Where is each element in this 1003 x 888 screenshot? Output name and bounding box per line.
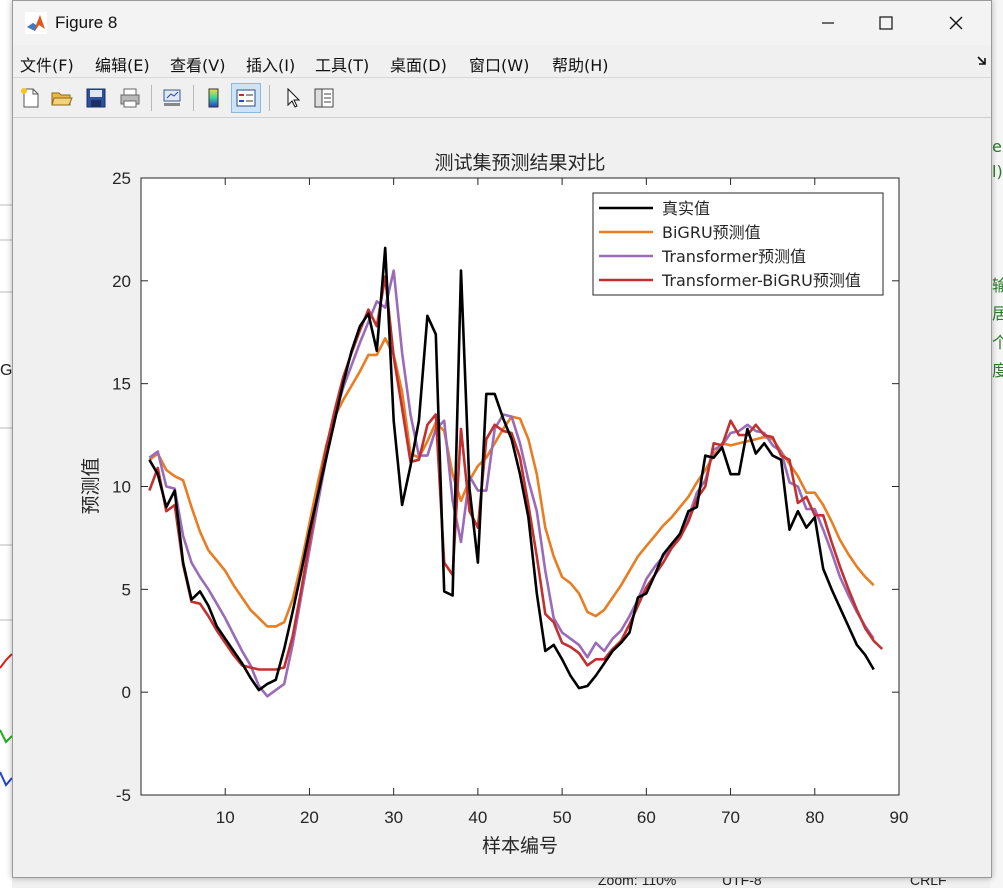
property-inspector-button[interactable] [309, 83, 339, 113]
y-tick-label: 20 [112, 272, 131, 291]
new-figure-button[interactable] [15, 83, 45, 113]
maximize-button[interactable] [857, 1, 915, 45]
legend-entry-label: Transformer-BiGRU预测值 [661, 271, 861, 290]
legend-entry-label: Transformer预测值 [661, 247, 806, 266]
legend[interactable]: 真实值 BiGRU预测值 Transformer预测值 Transformer-BiG… [592, 192, 884, 296]
y-tick-label: 5 [122, 580, 131, 599]
legend-button[interactable] [231, 83, 261, 113]
background-right-char: 输 [992, 276, 1003, 295]
background-right-char: l) [992, 162, 1003, 181]
toolbar-separator [269, 85, 270, 111]
menu-tools[interactable]: 工具(T) [315, 52, 369, 76]
x-tick-label: 50 [553, 808, 572, 827]
colorbar-icon [208, 88, 219, 108]
close-icon [949, 16, 963, 30]
menu-desktop[interactable]: 桌面(D) [390, 52, 447, 76]
title-bar[interactable]: Figure 8 [13, 1, 991, 45]
y-tick-label: 0 [122, 683, 131, 702]
chart-title: 测试集预测结果对比 [434, 152, 605, 174]
x-tick-label: 40 [468, 808, 487, 827]
menu-bar: 文件(F) 编辑(E) 查看(V) 插入(I) 工具(T) 桌面(D) 窗口(W… [13, 47, 991, 78]
minimize-icon [822, 22, 834, 24]
x-tick-label: 60 [637, 808, 656, 827]
legend-icon [236, 89, 256, 107]
x-tick-label: 10 [216, 808, 235, 827]
background-right-char: 居 [992, 304, 1003, 323]
y-tick-label: 25 [112, 169, 131, 188]
print-button[interactable] [115, 83, 145, 113]
menu-help[interactable]: 帮助(H) [552, 52, 609, 76]
y-tick-label: 10 [112, 478, 131, 497]
x-tick-label: 80 [805, 808, 824, 827]
x-tick-label: 20 [300, 808, 319, 827]
window-title: Figure 8 [55, 13, 118, 32]
y-axis-label: 预测值 [80, 457, 102, 514]
menu-edit[interactable]: 编辑(E) [95, 52, 150, 76]
save-icon [86, 88, 106, 108]
background-window-left: G [0, 0, 12, 888]
x-tick-label: 90 [890, 808, 909, 827]
open-file-icon [51, 92, 73, 106]
toolbar-separator [193, 85, 194, 111]
background-right-char: 个 [992, 333, 1003, 352]
save-button[interactable] [81, 83, 111, 113]
minimize-button[interactable] [799, 1, 857, 45]
menu-file[interactable]: 文件(F) [20, 52, 74, 76]
pointer-icon [287, 87, 301, 108]
print-icon [120, 88, 140, 108]
menu-view[interactable]: 查看(V) [170, 52, 225, 76]
link-plot-icon [163, 89, 181, 106]
figure-canvas[interactable]: 测试集预测结果对比 样本编号 预测值 10 20 30 40 50 60 70 80 90 -5 0… [13, 119, 991, 875]
background-right-char: 度 [992, 361, 1003, 380]
y-tick-label: 15 [112, 375, 131, 394]
x-axis-label: 样本编号 [482, 835, 558, 857]
close-button[interactable] [927, 1, 985, 45]
colorbar-button[interactable] [199, 83, 229, 113]
legend-entry-label: BiGRU预测值 [662, 223, 761, 242]
legend-entry-label: 真实值 [662, 199, 710, 218]
maximize-icon [879, 16, 893, 30]
background-right-char: e [992, 137, 1002, 156]
menu-window[interactable]: 窗口(W) [469, 52, 529, 76]
x-tick-label: 70 [721, 808, 740, 827]
link-plot-button[interactable] [157, 83, 187, 113]
toolbar [13, 79, 991, 118]
new-figure-icon [21, 88, 39, 108]
figure-window: Figure 8 文件(F) 编辑(E) 查看(V) 插入(I) 工具(T) 桌… [12, 0, 992, 878]
pointer-button[interactable] [277, 83, 307, 113]
x-tick-label: 30 [384, 808, 403, 827]
open-file-button[interactable] [47, 83, 77, 113]
dock-arrow-icon[interactable] [976, 55, 988, 67]
y-tick-label: -5 [116, 786, 131, 805]
matlab-icon [25, 12, 47, 34]
toolbar-separator [151, 85, 152, 111]
background-left-char: G [0, 362, 13, 379]
menu-insert[interactable]: 插入(I) [246, 52, 295, 76]
property-inspector-icon [314, 88, 334, 108]
